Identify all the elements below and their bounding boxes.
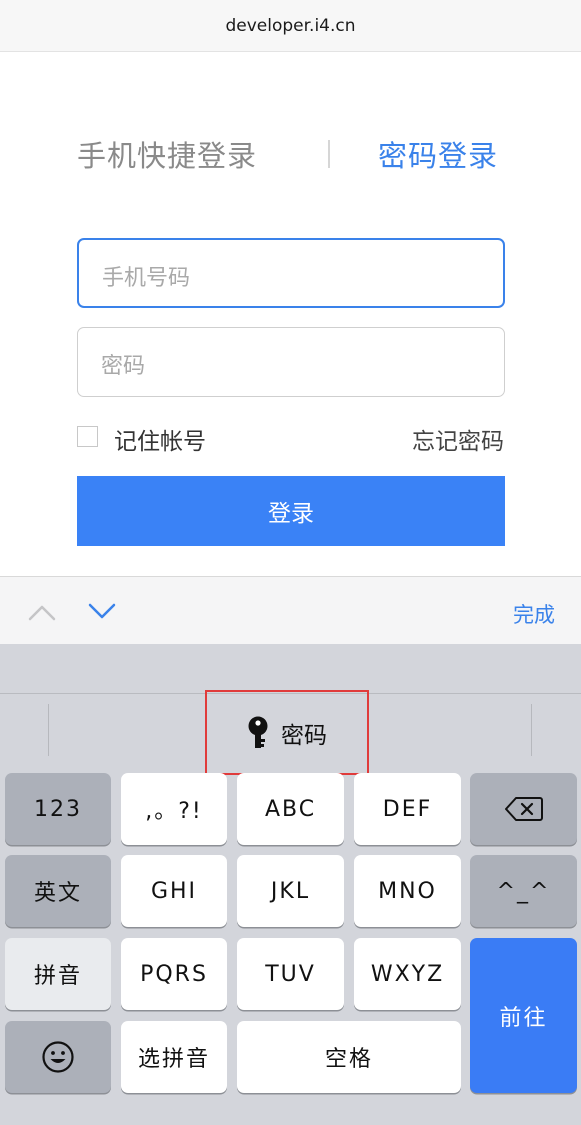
tab-password-login[interactable]: 密码登录 bbox=[378, 133, 498, 175]
phone-placeholder: 手机号码 bbox=[102, 266, 191, 291]
remember-label[interactable]: 记住帐号 bbox=[114, 422, 206, 456]
key-mno[interactable]: MNO bbox=[354, 855, 461, 927]
key-english[interactable]: 英文 bbox=[5, 855, 111, 927]
key-tuv[interactable]: TUV bbox=[237, 938, 344, 1010]
suggestion-separator bbox=[531, 704, 532, 756]
key-ghi[interactable]: GHI bbox=[121, 855, 227, 927]
password-autofill-suggestion[interactable]: 密码 bbox=[205, 690, 369, 775]
suggestion-label: 密码 bbox=[281, 722, 327, 749]
remember-checkbox[interactable] bbox=[77, 426, 98, 447]
phone-input[interactable]: 手机号码 bbox=[77, 238, 505, 308]
key-jkl[interactable]: JKL bbox=[237, 855, 344, 927]
chevron-up-icon[interactable] bbox=[28, 603, 56, 621]
backspace-icon bbox=[504, 797, 543, 821]
keyboard-accessory-bar: 完成 bbox=[0, 576, 581, 644]
key-def[interactable]: DEF bbox=[354, 773, 461, 845]
browser-address-bar[interactable]: developer.i4.cn bbox=[0, 0, 581, 52]
tab-divider bbox=[328, 140, 330, 168]
key-wxyz[interactable]: WXYZ bbox=[354, 938, 461, 1010]
password-input[interactable]: 密码 bbox=[77, 327, 505, 397]
url-text: developer.i4.cn bbox=[225, 16, 356, 36]
key-123[interactable]: 123 bbox=[5, 773, 111, 845]
tab-quick-login[interactable]: 手机快捷登录 bbox=[77, 133, 257, 175]
chevron-down-icon[interactable] bbox=[88, 603, 116, 621]
forgot-password-link[interactable]: 忘记密码 bbox=[412, 422, 504, 456]
key-pinyin[interactable]: 拼音 bbox=[5, 938, 111, 1010]
keyboard: 密码 123 ,。?! ABC DEF 英文 GHI JKL MNO ^_^ 拼… bbox=[0, 644, 581, 1125]
go-key[interactable]: 前往 bbox=[470, 938, 577, 1093]
suggestion-separator bbox=[48, 704, 49, 756]
backspace-key[interactable] bbox=[470, 773, 577, 845]
key-select-pinyin[interactable]: 选拼音 bbox=[121, 1021, 227, 1093]
key-pqrs[interactable]: PQRS bbox=[121, 938, 227, 1010]
key-punctuation[interactable]: ,。?! bbox=[121, 773, 227, 845]
done-button[interactable]: 完成 bbox=[513, 599, 555, 629]
key-emoticon[interactable]: ^_^ bbox=[470, 855, 577, 927]
emoji-key[interactable] bbox=[5, 1021, 111, 1093]
key-icon bbox=[248, 716, 268, 748]
login-button[interactable]: 登录 bbox=[77, 476, 505, 546]
password-placeholder: 密码 bbox=[101, 354, 146, 379]
space-key[interactable]: 空格 bbox=[237, 1021, 461, 1093]
key-abc[interactable]: ABC bbox=[237, 773, 344, 845]
emoji-icon bbox=[42, 1041, 74, 1073]
